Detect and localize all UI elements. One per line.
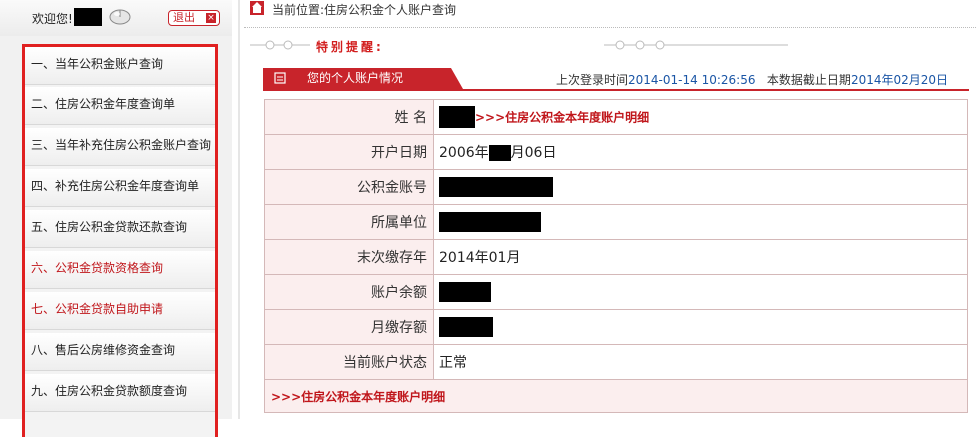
menu-item-loan-quota[interactable]: 九、住房公积金贷款额度查询 — [25, 374, 215, 412]
login-info: 上次登录时间2014-01-14 10:26:56 本数据截止日期2014年02… — [556, 71, 948, 88]
table-row: 所属单位 — [264, 204, 968, 240]
menu-item-current-account[interactable]: 一、当年公积金账户查询 — [25, 47, 215, 85]
monthly-deposit-label: 月缴存额 — [264, 309, 434, 345]
last-login-value: 2014-01-14 10:26:56 — [628, 73, 756, 87]
cutoff-value: 2014年02月20日 — [850, 73, 949, 87]
menu-item-loan-repayment[interactable]: 五、住房公积金贷款还款查询 — [25, 210, 215, 248]
menu-item-maintenance-fund[interactable]: 八、售后公房维修资金查询 — [25, 333, 215, 371]
table-row: 月缴存额 — [264, 309, 968, 345]
menu-item-loan-self-apply[interactable]: 七、公积金贷款自助申请 — [25, 292, 215, 330]
table-row: 当前账户状态 正常 — [264, 344, 968, 380]
table-row: 公积金账号 — [264, 169, 968, 205]
welcome-bar: 欢迎您! 退出 × — [0, 0, 232, 36]
home-icon — [250, 1, 264, 15]
query-menu: 一、当年公积金账户查询 二、住房公积金年度查询单 三、当年补充住房公积金账户查询… — [22, 44, 218, 437]
menu-item-annual-statement[interactable]: 二、住房公积金年度查询单 — [25, 87, 215, 125]
dotted-line-decoration — [604, 40, 788, 50]
status-label: 当前账户状态 — [264, 344, 434, 380]
open-date-prefix: 2006年 — [439, 145, 489, 161]
employer-label: 所属单位 — [264, 204, 434, 240]
section-tab-label: 您的个人账户情况 — [307, 71, 404, 85]
account-info-table: 姓 名 >>>住房公积金本年度账户明细 开户日期 2006年 月06日 公积金账号… — [264, 99, 968, 413]
mouse-icon — [108, 8, 132, 29]
redacted-name — [439, 106, 475, 128]
open-date-value: 2006年 月06日 — [433, 134, 968, 170]
account-no-value — [433, 169, 968, 205]
redacted-username — [74, 8, 102, 26]
menu-item-supplementary-account[interactable]: 三、当年补充住房公积金账户查询 — [25, 128, 215, 166]
menu-item-supplementary-annual[interactable]: 四、补充住房公积金年度查询单 — [25, 169, 215, 207]
open-date-label: 开户日期 — [264, 134, 434, 170]
divider — [244, 27, 976, 28]
close-x-icon: × — [206, 13, 216, 23]
vertical-divider — [238, 0, 240, 419]
tab-icon — [273, 68, 287, 89]
dotted-line-decoration — [250, 40, 310, 50]
last-deposit-label: 末次缴存年 — [264, 239, 434, 275]
name-label: 姓 名 — [264, 99, 434, 135]
sidebar: 欢迎您! 退出 × 一、当年公积金账户查询 二、住房公积金年度查询单 三、当年补… — [0, 0, 232, 437]
menu-item-loan-eligibility[interactable]: 六、公积金贷款资格查询 — [25, 251, 215, 289]
redacted-monthly — [439, 317, 493, 337]
table-row: 账户余额 — [264, 274, 968, 310]
last-deposit-value: 2014年01月 — [433, 239, 968, 275]
annual-detail-link[interactable]: >>>住房公积金本年度账户明细 — [475, 111, 649, 125]
last-login-label: 上次登录时间 — [556, 73, 629, 87]
table-row: 姓 名 >>>住房公积金本年度账户明细 — [264, 99, 968, 135]
balance-value — [433, 274, 968, 310]
welcome-text: 欢迎您! — [32, 12, 73, 26]
account-no-label: 公积金账号 — [264, 169, 434, 205]
name-value: >>>住房公积金本年度账户明细 — [433, 99, 968, 135]
open-date-suffix: 月06日 — [510, 145, 557, 161]
logout-button[interactable]: 退出 × — [168, 10, 220, 26]
redacted-account-no — [439, 177, 553, 197]
status-value: 正常 — [433, 344, 968, 380]
employer-value — [433, 204, 968, 240]
section-tab: 您的个人账户情况 — [263, 68, 463, 89]
table-row: >>>住房公积金本年度账户明细 — [264, 379, 968, 413]
redacted-month — [488, 145, 511, 161]
table-row: 末次缴存年 2014年01月 — [264, 239, 968, 275]
section-underline — [263, 89, 969, 91]
redacted-balance — [439, 282, 491, 302]
balance-label: 账户余额 — [264, 274, 434, 310]
breadcrumb: 当前位置:住房公积金个人账户查询 — [272, 3, 457, 17]
redacted-employer — [439, 212, 541, 232]
notice-title: 特别提醒: — [316, 40, 384, 54]
monthly-deposit-value — [433, 309, 968, 345]
logout-label: 退出 — [173, 11, 195, 24]
cutoff-label: 本数据截止日期 — [766, 73, 851, 87]
annual-detail-footer-link[interactable]: >>>住房公积金本年度账户明细 — [264, 379, 968, 413]
table-row: 开户日期 2006年 月06日 — [264, 134, 968, 170]
